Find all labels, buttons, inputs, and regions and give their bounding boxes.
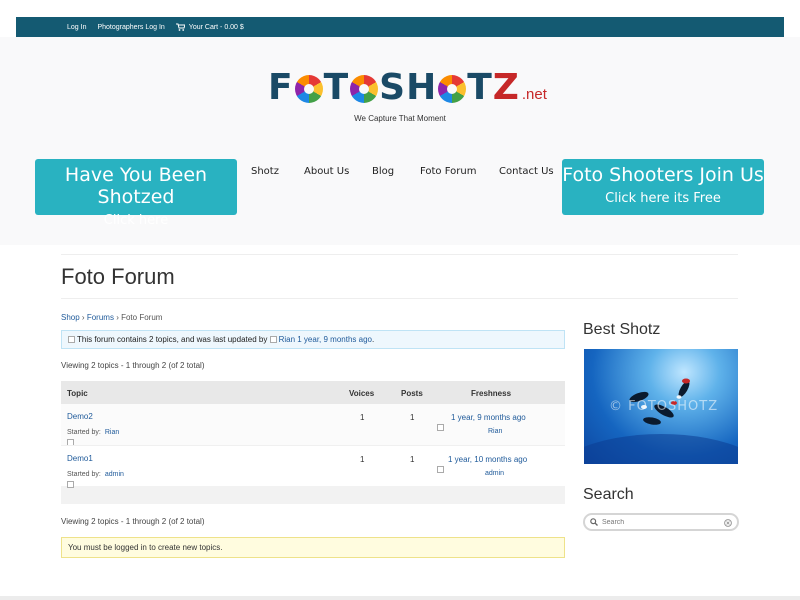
- best-shotz-title: Best Shotz: [583, 321, 661, 338]
- breadcrumb-current: Foto Forum: [121, 313, 163, 322]
- site-logo[interactable]: F T SH T Z .net: [268, 70, 547, 106]
- avatar-placeholder-icon: [68, 336, 75, 343]
- login-required-notice: You must be logged in to create new topi…: [61, 537, 565, 558]
- cta-subline: Click here its Free: [605, 191, 721, 206]
- search-title: Search: [583, 486, 634, 503]
- freshness-author-link[interactable]: Rian: [488, 428, 502, 435]
- forum-info-notice: This forum contains 2 topics, and was la…: [61, 330, 565, 349]
- breadcrumb-shop[interactable]: Shop: [61, 313, 80, 322]
- image-watermark: © FOTOSHOTZ: [609, 399, 719, 414]
- clear-icon[interactable]: [724, 519, 732, 527]
- aperture-icon: [350, 75, 379, 103]
- freshness-link[interactable]: 1 year, 9 months ago: [451, 413, 526, 422]
- logo-net-suffix: .net: [521, 86, 547, 103]
- nav-shotz[interactable]: Shotz: [251, 166, 279, 177]
- photographers-login-link[interactable]: Photographers Log In: [97, 24, 164, 31]
- divider: [61, 254, 738, 255]
- nav-foto-forum[interactable]: Foto Forum: [420, 166, 476, 177]
- col-topic: Topic: [67, 389, 88, 398]
- cart-icon: [175, 23, 185, 31]
- nav-about-us[interactable]: About Us: [304, 166, 349, 177]
- top-bar: Log In Photographers Log In Your Cart - …: [16, 17, 784, 37]
- cta-subline: Click here: [103, 213, 169, 228]
- voices-count: 1: [360, 413, 365, 422]
- voices-count: 1: [360, 455, 365, 464]
- started-by: Started by: Rian: [67, 429, 120, 436]
- avatar-placeholder-icon: [437, 466, 444, 473]
- breadcrumb-forums[interactable]: Forums: [87, 313, 114, 322]
- avatar-placeholder-icon: [67, 481, 74, 488]
- nav-contact-us[interactable]: Contact Us: [499, 166, 554, 177]
- breadcrumb-separator: ›: [116, 313, 119, 322]
- page-title: Foto Forum: [61, 264, 175, 289]
- topic-title-link[interactable]: Demo1: [67, 454, 93, 463]
- posts-count: 1: [410, 413, 415, 422]
- last-update-link[interactable]: 1 year, 9 months ago: [297, 335, 372, 344]
- col-voices: Voices: [349, 389, 375, 398]
- breadcrumb: Shop › Forums › Foto Forum: [61, 313, 162, 322]
- search-icon: [590, 518, 598, 526]
- breadcrumb-separator: ›: [81, 313, 85, 322]
- table-row: Demo2 Started by: Rian 1 1 1 year, 9 mont…: [61, 404, 565, 446]
- avatar-placeholder-icon: [437, 424, 444, 431]
- been-shotzed-button[interactable]: Have You Been Shotzed Click here: [35, 159, 237, 228]
- pagination-count: Viewing 2 topics - 1 through 2 (of 2 tot…: [61, 517, 205, 526]
- freshness-link[interactable]: 1 year, 10 months ago: [448, 455, 527, 464]
- forum-info-text: This forum contains 2 topics, and was la…: [77, 335, 268, 344]
- started-by: Started by: admin: [67, 471, 124, 478]
- topic-title-link[interactable]: Demo2: [67, 412, 93, 421]
- aperture-icon: [438, 75, 467, 103]
- avatar-placeholder-icon: [269, 336, 277, 344]
- best-shot-image[interactable]: © FOTOSHOTZ: [584, 349, 738, 464]
- login-link[interactable]: Log In: [67, 24, 86, 31]
- footer-strip: [0, 596, 800, 600]
- logo-wordmark: F T SH T Z: [268, 67, 520, 108]
- table-row: Demo1 Started by: admin 1 1 1 year, 10 mo…: [61, 445, 565, 488]
- topic-author-link[interactable]: admin: [105, 471, 124, 478]
- pagination-count: Viewing 2 topics - 1 through 2 (of 2 tot…: [61, 361, 205, 370]
- freshness-author-link[interactable]: admin: [485, 470, 504, 477]
- search-input[interactable]: [602, 518, 722, 526]
- cart-label: Your Cart - 0.00 $: [188, 23, 244, 31]
- cta-headline: Foto Shooters Join Us: [562, 164, 764, 186]
- aperture-icon: [294, 75, 323, 103]
- last-author-link[interactable]: Rian: [269, 335, 295, 344]
- cart-link[interactable]: Your Cart - 0.00 $: [175, 23, 244, 31]
- cta-headline: Have You Been Shotzed: [64, 164, 208, 208]
- divider: [61, 298, 738, 299]
- posts-count: 1: [410, 455, 415, 464]
- join-us-button[interactable]: Foto Shooters Join Us Click here its Fre…: [562, 159, 764, 215]
- table-header: Topic Voices Posts Freshness: [61, 381, 565, 404]
- table-footer: [61, 486, 565, 504]
- nav-blog[interactable]: Blog: [372, 166, 394, 177]
- search-box: [583, 513, 739, 531]
- topic-author-link[interactable]: Rian: [105, 429, 119, 436]
- site-tagline: We Capture That Moment: [354, 114, 446, 123]
- col-posts: Posts: [401, 389, 423, 398]
- col-freshness: Freshness: [471, 389, 512, 398]
- topics-table: Topic Voices Posts Freshness Demo2 Start…: [61, 381, 565, 504]
